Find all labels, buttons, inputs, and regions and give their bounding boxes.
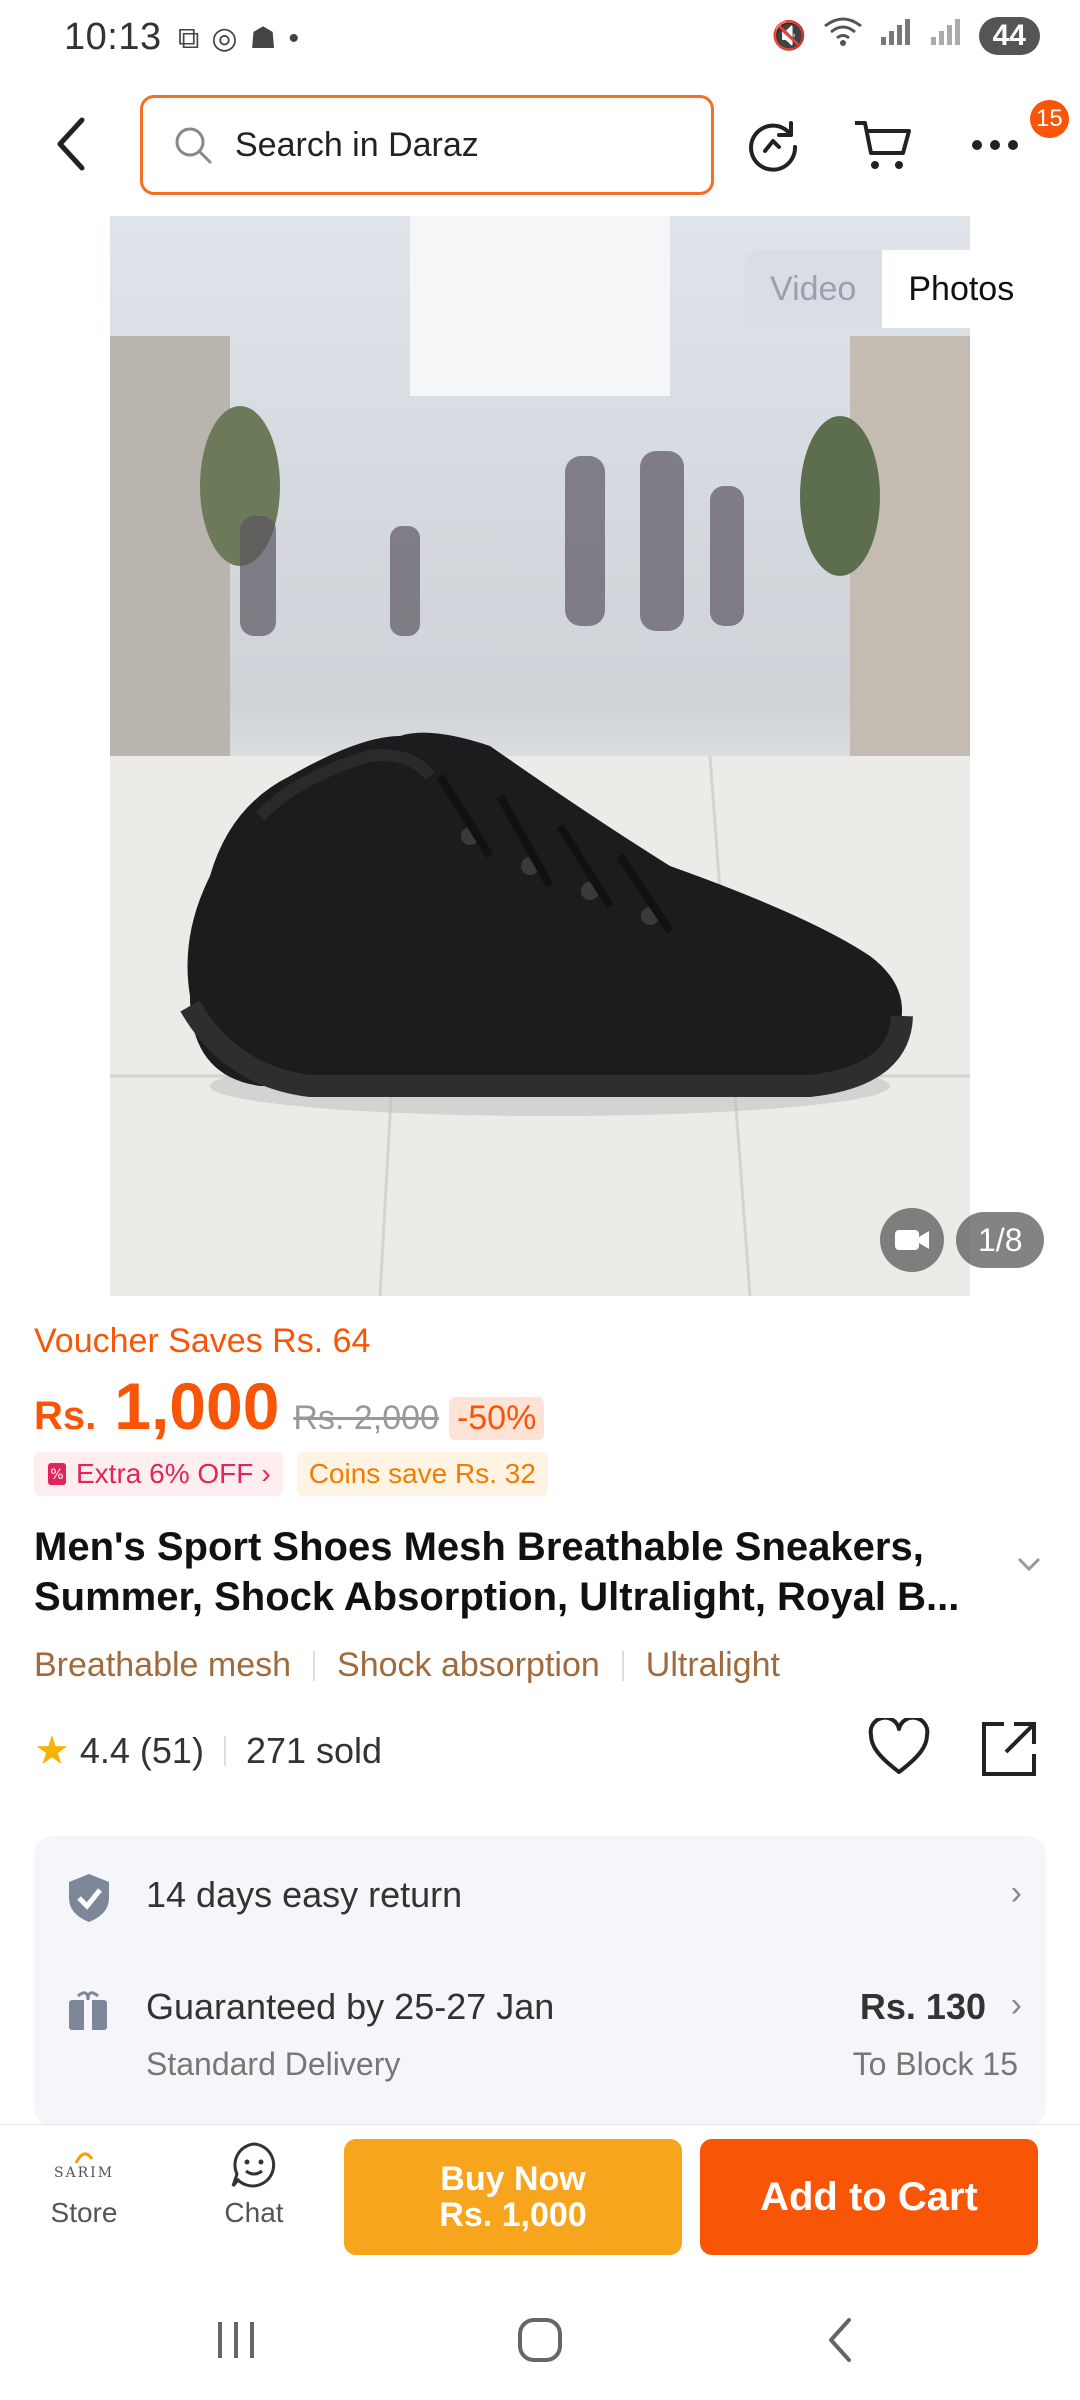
back-icon [829, 2318, 851, 2362]
chat-button[interactable]: Chat [184, 2139, 324, 2229]
search-box[interactable] [140, 95, 714, 195]
recents-button[interactable] [196, 2310, 276, 2370]
video-button[interactable] [880, 1208, 944, 1272]
signal-icon-2 [929, 17, 963, 54]
tag-divider [621, 1650, 624, 1681]
product-title: Men's Sport Shoes Mesh Breathable Sneake… [34, 1525, 960, 1619]
price-row: Rs. 1,000 Rs. 2,000 -50% [34, 1368, 545, 1444]
system-back-button[interactable] [800, 2310, 880, 2370]
chat-label: Chat [224, 2197, 284, 2228]
wifi-icon [823, 16, 863, 55]
promo-label: Extra 6% OFF [76, 1458, 254, 1489]
chat-icon [231, 2142, 276, 2188]
back-arrow-icon [57, 117, 85, 171]
refresh-icon [749, 121, 798, 172]
battery-indicator: 44 [978, 16, 1040, 55]
cart-button[interactable] [848, 110, 918, 180]
delivery-type: Standard Delivery [146, 2046, 401, 2082]
store-label: Store [50, 2197, 118, 2228]
coins-save: Coins save Rs. 32 [296, 1452, 548, 1496]
chevron-right-icon: › [261, 1458, 271, 1489]
whatsapp-icon: ◎ [211, 22, 238, 55]
return-row[interactable]: 14 days easy return › [34, 1836, 1046, 1956]
delivery-price: Rs. 130 [859, 1986, 986, 2027]
product-image[interactable] [110, 216, 970, 1296]
chevron-down-icon [1017, 1557, 1041, 1572]
more-icon [972, 140, 1018, 150]
back-button[interactable] [40, 112, 104, 176]
sold-count: 271 sold [245, 1730, 383, 1771]
tag-shock: Shock absorption [337, 1646, 600, 1684]
top-nav: 15 [0, 90, 1080, 200]
signal-icon [879, 17, 913, 54]
old-price: Rs. 2,000 [293, 1399, 439, 1437]
promo-row: % Extra 6% OFF › Coins save Rs. 32 [34, 1452, 548, 1496]
share-icon [982, 1722, 1036, 1776]
home-icon [518, 2318, 562, 2362]
wishlist-button[interactable] [868, 1715, 930, 1781]
notification-icons: ⧉ ◎ ☗ • [178, 20, 299, 58]
package-icon [69, 1990, 107, 2030]
cart-icon [855, 121, 911, 169]
more-badge: 15 [1030, 100, 1069, 138]
feature-tags: Breathable mesh Shock absorption Ultrali… [34, 1646, 780, 1685]
add-to-cart-button[interactable]: Add to Cart [700, 2139, 1038, 2255]
delivery-date: Guaranteed by 25-27 Jan [146, 1986, 555, 2027]
svg-text:%: % [50, 1467, 63, 1483]
delivery-location: To Block 15 [852, 2046, 1018, 2082]
buy-now-button[interactable]: Buy Now Rs. 1,000 [344, 2139, 682, 2255]
dot-icon: • [288, 22, 300, 55]
star-icon: ★ [34, 1729, 70, 1773]
snapchat-icon: ☗ [249, 22, 277, 55]
chevron-right-icon: › [1010, 1874, 1022, 1912]
recents-icon [218, 2322, 254, 2358]
tab-photos[interactable]: Photos [882, 250, 1041, 328]
heart-icon [868, 1715, 930, 1774]
status-bar: 10:13 ⧉ ◎ ☗ • 🔇 44 [0, 0, 1080, 80]
price: 1,000 [114, 1369, 280, 1443]
store-logo-text: SARIM [53, 2165, 115, 2181]
image-counter: 1/8 [956, 1212, 1045, 1268]
chevron-right-icon: › [1010, 1986, 1022, 2024]
service-card: 14 days easy return › Guaranteed by 25-2… [34, 1836, 1046, 2126]
video-camera-icon [895, 1230, 929, 1250]
extra-off-promo[interactable]: % Extra 6% OFF › [34, 1452, 283, 1496]
search-input[interactable] [235, 125, 635, 165]
shield-check-icon [69, 1874, 109, 1922]
status-time: 10:13 [64, 16, 162, 58]
tag-ultralight: Ultralight [645, 1646, 780, 1684]
store-button[interactable]: SARIM Store [14, 2139, 154, 2229]
buy-now-label: Buy Now [440, 2160, 586, 2198]
share-button[interactable] [978, 1718, 1040, 1785]
rating-value: 4.4 (51) [79, 1730, 204, 1771]
system-nav [0, 2274, 1080, 2400]
tab-video[interactable]: Video [744, 250, 883, 328]
media-toggle: Video Photos [744, 250, 1041, 328]
more-button[interactable] [960, 110, 1030, 180]
voucher-text[interactable]: Voucher Saves Rs. 64 [34, 1322, 370, 1361]
discount-badge: -50% [448, 1397, 545, 1440]
tag-divider [313, 1650, 316, 1681]
return-text: 14 days easy return [146, 1874, 463, 1915]
coupon-icon: % [48, 1463, 66, 1485]
system-icons: 🔇 44 [772, 16, 1040, 55]
rating-row[interactable]: ★ 4.4 (51) 271 sold [34, 1728, 382, 1774]
buy-now-price: Rs. 1,000 [439, 2196, 587, 2234]
store-logo-icon [74, 2152, 94, 2164]
screenshot-icon: ⧉ [178, 22, 200, 55]
tag-breathable: Breathable mesh [34, 1646, 292, 1684]
currency: Rs. [34, 1394, 97, 1438]
rating-divider [223, 1736, 226, 1766]
home-button[interactable] [500, 2310, 580, 2370]
delivery-row[interactable]: Guaranteed by 25-27 Jan Standard Deliver… [34, 1956, 1046, 2106]
shoe-photo [110, 216, 970, 1296]
action-bar: SARIM Store Chat Buy Now Rs. 1,000 Add t… [0, 2124, 1080, 2274]
expand-title-button[interactable] [1016, 1556, 1042, 1577]
search-icon [175, 127, 212, 164]
refresh-button[interactable] [738, 110, 808, 180]
mute-icon: 🔇 [771, 20, 807, 51]
store-logo: SARIM [14, 2139, 154, 2191]
